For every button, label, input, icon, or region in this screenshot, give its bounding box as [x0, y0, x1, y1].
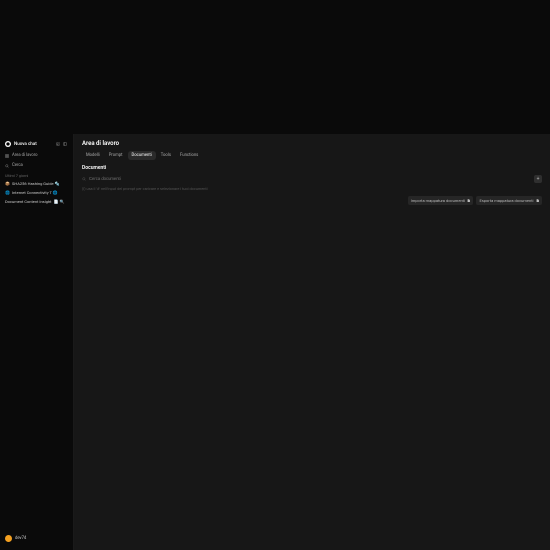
document-insight-item[interactable]: Document Content Insight 📄 🔍	[3, 197, 70, 206]
tabs: Modelli Prompt Documenti Tools Functions	[82, 151, 542, 160]
sidebar-item-label: Area di lavoro	[12, 153, 38, 158]
import-icon	[467, 199, 471, 203]
chat-title: Internet Connectivity T 🌐	[12, 190, 58, 195]
chat-item[interactable]: 🌐 Internet Connectivity T 🌐	[3, 188, 70, 197]
add-document-button[interactable]: +	[534, 175, 542, 183]
export-label: Esporta mappatura documenti	[479, 198, 533, 203]
page-title: Area di lavoro	[82, 140, 542, 147]
tab-documents[interactable]: Documenti	[128, 151, 156, 160]
avatar	[5, 535, 12, 542]
import-label: Importa mappatura documenti	[411, 198, 465, 203]
search-icon	[82, 177, 86, 181]
tab-prompts[interactable]: Prompt	[105, 151, 127, 160]
tab-tools[interactable]: Tools	[157, 151, 175, 160]
import-button[interactable]: Importa mappatura documenti	[408, 196, 474, 205]
compose-icon[interactable]	[55, 141, 61, 147]
search-input[interactable]	[89, 176, 531, 181]
main-content: Area di lavoro Modelli Prompt Documenti …	[74, 134, 550, 550]
user-menu[interactable]: dev74	[3, 532, 70, 545]
sidebar-item-workspace[interactable]: Area di lavoro	[3, 151, 70, 160]
sidebar-search[interactable]: Cerca	[3, 161, 70, 170]
section-heading: Documenti	[82, 165, 542, 171]
chat-title: SHA256 Hashing Guide 🔩	[12, 181, 60, 186]
tab-models[interactable]: Modelli	[82, 151, 104, 160]
app-logo	[5, 141, 11, 147]
new-chat-label[interactable]: Nuova chat	[14, 142, 54, 147]
footer-actions: Importa mappatura documenti Esporta mapp…	[82, 196, 542, 205]
search-box[interactable]	[82, 174, 531, 183]
export-icon	[536, 199, 540, 203]
search-row: +	[82, 174, 542, 183]
chat-emoji: 🌐	[5, 190, 10, 195]
hint-text: (i) usa il '#' nell'input del prompt per…	[82, 186, 542, 191]
sidebar-top: Nuova chat	[3, 139, 70, 151]
export-button[interactable]: Esporta mappatura documenti	[476, 196, 542, 205]
sidebar-search-label: Cerca	[12, 163, 23, 168]
sidebar: Nuova chat Area di lavoro Cerca Ultimi 7…	[0, 134, 74, 550]
chat-item[interactable]: 📦 SHA256 Hashing Guide 🔩	[3, 179, 70, 188]
collapse-icon[interactable]	[62, 141, 68, 147]
sidebar-section-label: Ultimi 7 giorni	[3, 170, 70, 179]
dci-emoji: 📄 🔍	[53, 199, 64, 204]
dci-label: Document Content Insight	[5, 199, 51, 204]
chat-emoji: 📦	[5, 181, 10, 186]
user-name: dev74	[15, 536, 26, 541]
tab-functions[interactable]: Functions	[176, 151, 202, 160]
